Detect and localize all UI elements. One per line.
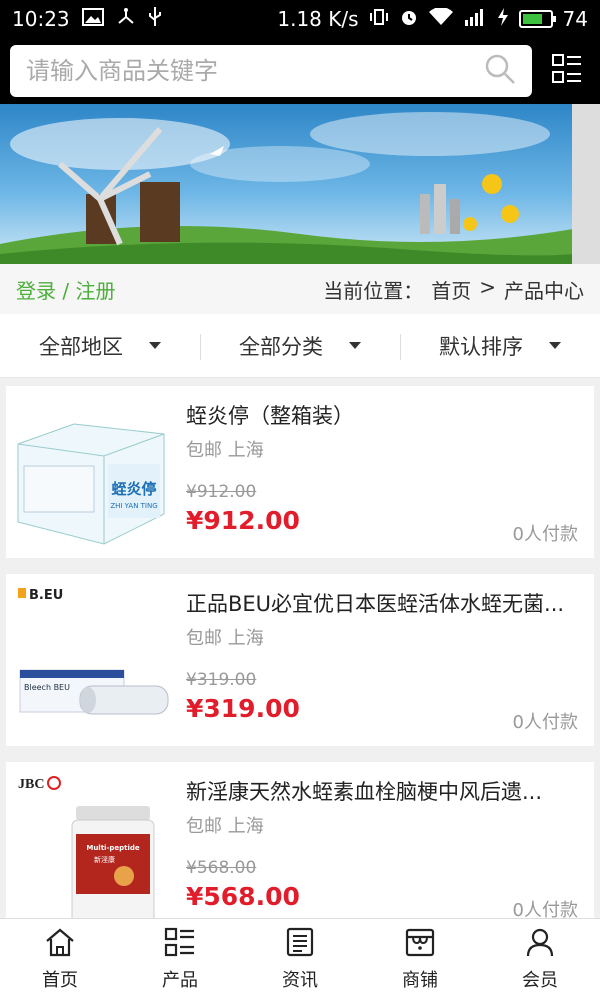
location-label: 当前位置：: [323, 278, 424, 303]
product-title[interactable]: 新淫康天然水蛭素血栓脑梗中风后遗...: [186, 776, 586, 806]
search-input[interactable]: [26, 57, 485, 85]
usb-icon: [148, 7, 162, 31]
tab-products-label: 产品: [162, 970, 198, 991]
search-icon[interactable]: [484, 53, 516, 89]
menu-list-icon: [552, 54, 582, 88]
tab-news[interactable]: 资讯: [240, 919, 360, 1000]
package-text: Bleech BEU: [24, 683, 70, 692]
promo-banner[interactable]: [0, 104, 600, 264]
filter-region-label: 全部地区: [39, 334, 123, 359]
home-icon: [44, 927, 76, 962]
filter-bar: 全部地区 全部分类 默认排序: [0, 314, 600, 378]
signal-icon: [463, 8, 487, 30]
user-bar: 登录 / 注册 当前位置： 首页 > 产品中心: [0, 264, 600, 314]
breadcrumb-separator: >: [479, 274, 496, 299]
tab-member[interactable]: 会员: [480, 919, 600, 1000]
status-time: 10:23: [12, 7, 70, 31]
charging-icon: [497, 8, 509, 30]
package-subtext: 新淫康: [94, 855, 115, 864]
paid-count: 0人付款: [512, 524, 578, 545]
tab-products[interactable]: 产品: [120, 919, 240, 1000]
tab-news-label: 资讯: [282, 970, 318, 991]
battery-icon: [518, 10, 556, 28]
product-image: 蛭炎停 ZHI YAN TING: [14, 394, 174, 550]
package-text: Multi-peptide: [86, 844, 140, 852]
shipping-info: 包邮 上海: [186, 440, 264, 461]
filter-sort-dropdown[interactable]: 默认排序: [400, 326, 600, 366]
tab-home-label: 首页: [42, 970, 78, 991]
product-image: B.EU Bleech BEU: [14, 582, 174, 738]
product-card[interactable]: B.EU Bleech BEU 正品BEU必宜优日本医蛭活体水蛭无菌... 包邮…: [6, 574, 594, 746]
filter-sort-label: 默认排序: [439, 334, 523, 359]
net-speed: 1.18 K/s: [277, 7, 359, 31]
banner-image: [0, 112, 600, 264]
product-list: 蛭炎停 ZHI YAN TING 蛭炎停（整箱装） 包邮 上海 ¥912.00 …: [6, 386, 594, 950]
product-card[interactable]: 蛭炎停 ZHI YAN TING 蛭炎停（整箱装） 包邮 上海 ¥912.00 …: [6, 386, 594, 558]
news-icon: [285, 927, 315, 962]
original-price: ¥912.00: [186, 482, 257, 502]
vibrate-icon: [369, 8, 389, 30]
breadcrumb-current: 产品中心: [504, 278, 584, 303]
filter-category-label: 全部分类: [239, 334, 323, 359]
bottom-tab-bar: 首页 产品 资讯 商铺 会员: [0, 918, 600, 1000]
package-subtext: ZHI YAN TING: [110, 502, 157, 510]
current-price: ¥568.00: [186, 882, 300, 911]
shop-icon: [404, 927, 436, 962]
filter-region-dropdown[interactable]: 全部地区: [0, 326, 200, 366]
product-title[interactable]: 正品BEU必宜优日本医蛭活体水蛭无菌...: [186, 588, 586, 618]
search-bar: [0, 38, 600, 104]
breadcrumb-home[interactable]: 首页: [431, 275, 471, 304]
product-card[interactable]: JBC Multi-peptide 新淫康 新淫康天然水蛭素血栓脑梗中风后遗..…: [6, 762, 594, 934]
filter-category-dropdown[interactable]: 全部分类: [200, 326, 400, 366]
user-icon: [525, 927, 555, 962]
shipping-info: 包邮 上海: [186, 628, 264, 649]
product-title[interactable]: 蛭炎停（整箱装）: [186, 400, 586, 430]
original-price: ¥568.00: [186, 858, 257, 878]
paid-count: 0人付款: [512, 712, 578, 733]
share-icon: [116, 8, 136, 30]
grid-list-icon: [164, 927, 196, 962]
current-price: ¥319.00: [186, 694, 300, 723]
caret-down-icon: [149, 342, 161, 349]
current-price: ¥912.00: [186, 506, 300, 535]
battery-level: 74: [562, 7, 588, 31]
caret-down-icon: [349, 342, 361, 349]
caret-down-icon: [549, 342, 561, 349]
breadcrumb: 当前位置： 首页 > 产品中心: [323, 275, 584, 304]
tab-member-label: 会员: [522, 970, 558, 991]
brand-logo-text: JBC: [18, 777, 44, 792]
login-register-link[interactable]: 登录 / 注册: [16, 275, 115, 304]
package-text: 蛭炎停: [111, 480, 156, 498]
search-box[interactable]: [10, 45, 533, 97]
image-icon: [81, 8, 104, 30]
tab-shops-label: 商铺: [402, 970, 438, 991]
tab-shops[interactable]: 商铺: [360, 919, 480, 1000]
original-price: ¥319.00: [186, 670, 257, 690]
category-menu-button[interactable]: [544, 45, 590, 97]
product-image: JBC Multi-peptide 新淫康: [14, 770, 174, 927]
tab-home[interactable]: 首页: [0, 919, 120, 1000]
alarm-icon: [399, 7, 419, 31]
wifi-icon: [428, 7, 453, 30]
status-bar: 10:23 1.18 K/s 74: [0, 0, 600, 38]
brand-logo-text: B.EU: [29, 588, 63, 603]
shipping-info: 包邮 上海: [186, 816, 264, 837]
